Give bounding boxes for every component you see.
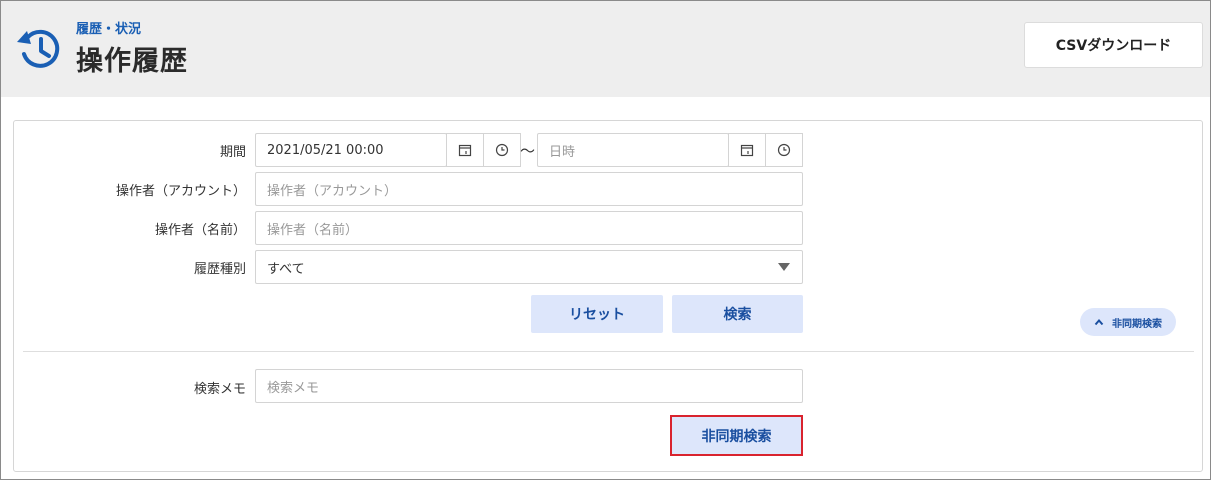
start-time-button[interactable] [483, 133, 521, 167]
type-label: 履歴種別 [193, 262, 246, 277]
history-icon [17, 29, 60, 68]
period-label: 期間 [219, 145, 246, 160]
memo-label: 検索メモ [193, 382, 246, 397]
reset-button[interactable]: リセット [531, 295, 663, 333]
calendar-icon [458, 144, 472, 157]
async-search-toggle[interactable]: 非同期検索 [1080, 308, 1176, 336]
end-time-button[interactable] [765, 133, 803, 167]
csv-download-button[interactable]: CSVダウンロード [1024, 22, 1203, 68]
memo-input[interactable]: 検索メモ [255, 369, 803, 403]
breadcrumb: 履歴・状況 [76, 22, 142, 37]
name-input[interactable]: 操作者（名前） [255, 211, 803, 245]
section-divider [23, 351, 1194, 352]
type-select-value: すべて [267, 261, 305, 277]
search-button[interactable]: 検索 [672, 295, 803, 333]
name-label: 操作者（名前） [154, 223, 246, 238]
start-datetime-input[interactable]: 2021/05/21 00:00 [255, 133, 447, 167]
account-label: 操作者（アカウント） [115, 184, 246, 199]
end-calendar-button[interactable] [728, 133, 766, 167]
calendar-icon [740, 144, 754, 157]
page-title: 操作履歴 [76, 46, 188, 77]
start-calendar-button[interactable] [446, 133, 484, 167]
clock-icon [495, 143, 509, 157]
async-toggle-label: 非同期検索 [1112, 318, 1162, 330]
end-datetime-input[interactable]: 日時 [537, 133, 729, 167]
chevron-down-icon [778, 263, 790, 271]
account-input[interactable]: 操作者（アカウント） [255, 172, 803, 206]
period-separator: ～ [520, 142, 536, 160]
clock-icon [777, 143, 791, 157]
async-search-button[interactable]: 非同期検索 [670, 415, 803, 456]
chevron-up-icon [1094, 318, 1104, 326]
type-select[interactable]: すべて [255, 250, 803, 284]
